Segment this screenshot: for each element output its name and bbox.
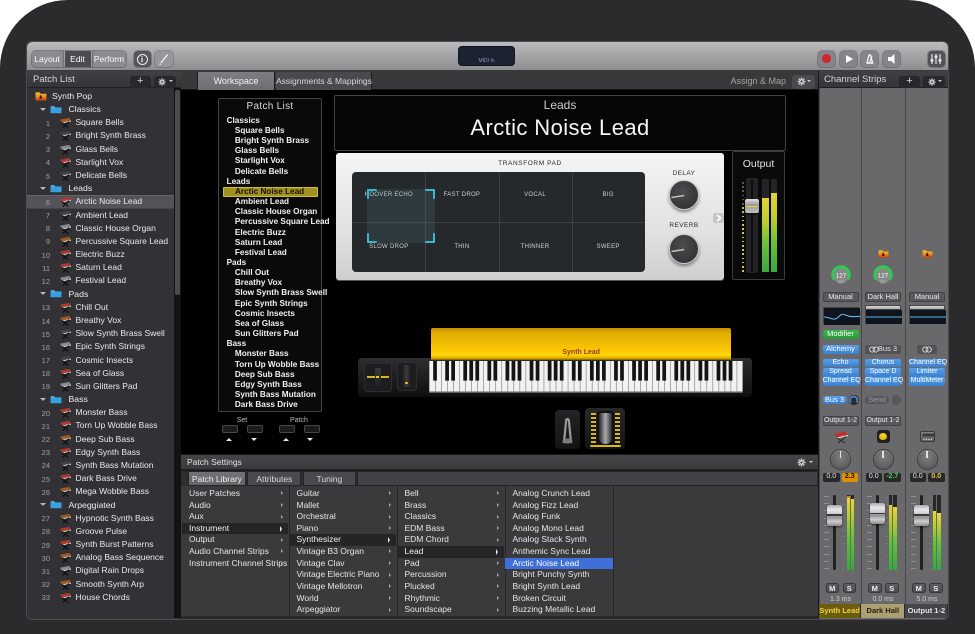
svg-text:127: 127 — [878, 272, 889, 279]
svg-text:127: 127 — [835, 272, 846, 279]
